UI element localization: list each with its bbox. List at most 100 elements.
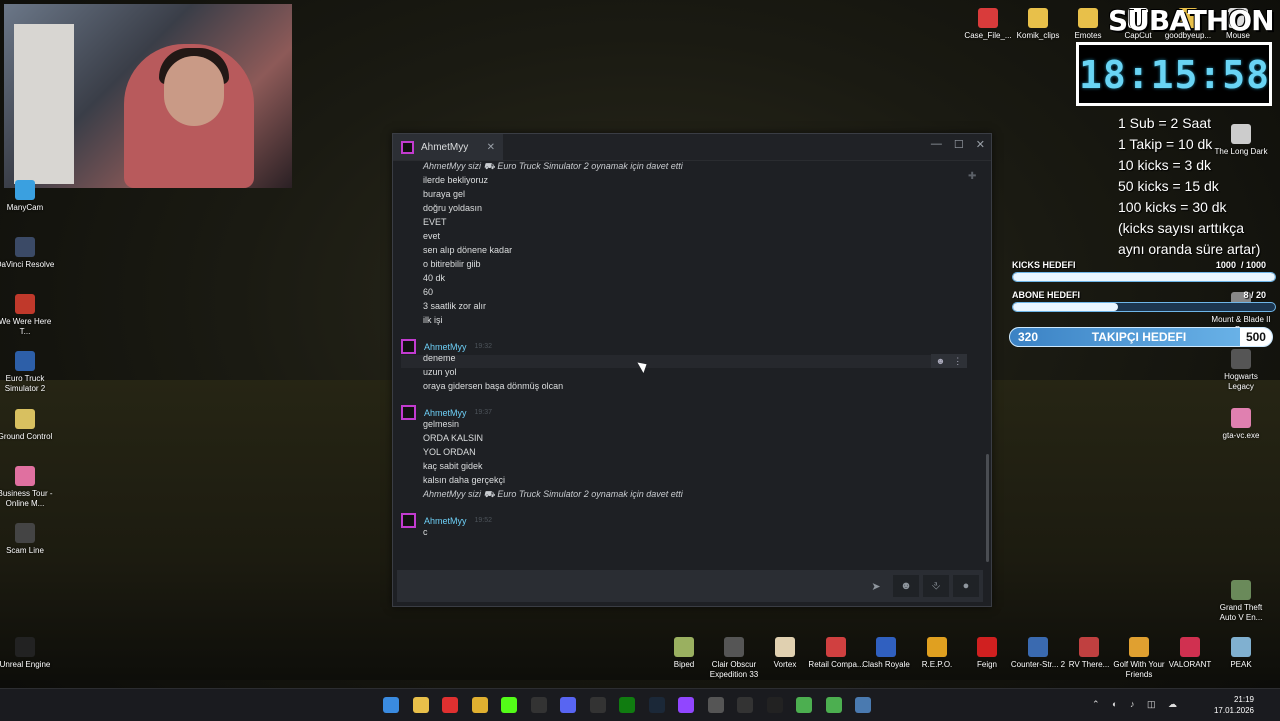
minimize-icon[interactable]: — (931, 138, 942, 151)
add-friend-icon[interactable]: ✚ (968, 171, 976, 182)
desktop-icon[interactable]: Scam Line (0, 523, 55, 556)
message-author[interactable]: AhmetMyy (424, 342, 467, 352)
desktop-icon[interactable]: Unreal Engine (0, 637, 55, 670)
message-text: EVET (423, 217, 447, 227)
avatar[interactable] (401, 339, 416, 354)
webcam-shelf (14, 24, 74, 184)
app-icon (1129, 637, 1149, 657)
message-text: deneme (423, 353, 456, 363)
twitch-icon[interactable] (678, 697, 694, 713)
app-icon[interactable] (855, 697, 871, 713)
app-icon (15, 237, 35, 257)
steam-icon[interactable] (648, 697, 665, 713)
desktop-icon-label: Ground Control (0, 432, 53, 441)
kick-icon[interactable] (501, 697, 517, 713)
close-icon[interactable]: ✕ (976, 138, 985, 151)
obs-icon[interactable] (530, 697, 547, 713)
close-tab-icon[interactable]: ✕ (487, 142, 495, 153)
desktop-icon-label: gta-vc.exe (1222, 431, 1260, 440)
scrollbar[interactable] (986, 454, 989, 562)
follow-goal: 320 TAKIPÇI HEDEFI 500 (1009, 327, 1273, 347)
message-author[interactable]: AhmetMyy (424, 408, 467, 418)
app-icon (1231, 408, 1251, 428)
chrome-icon[interactable] (796, 697, 812, 713)
kicks-goal: KICKS HEDEFI 1000 / 1000 (1012, 260, 1276, 282)
emoji-icon[interactable]: ☻ (893, 575, 919, 597)
message-input-bar[interactable]: ➤ ☻ ⎀ ● (397, 570, 983, 602)
chat-titlebar[interactable]: AhmetMyy ✕ — ☐ ✕ (393, 134, 991, 161)
app-icon (826, 637, 846, 657)
sub-goal-label: ABONE HEDEFI (1012, 290, 1081, 300)
system-tray[interactable]: ⌃ ◐ ♪ ◫ ☁ (1092, 699, 1182, 710)
message-list[interactable]: ☻ ⋮ ✚ AhmetMyy sizi ⛟ Euro Truck Simulat… (393, 161, 989, 566)
windows-icon[interactable] (383, 697, 399, 713)
app-icon (1180, 637, 1200, 657)
unity-icon[interactable] (707, 697, 724, 713)
rule-line: (kicks sayısı arttıkça (1118, 220, 1245, 236)
avatar[interactable] (401, 405, 416, 420)
subathon-timer-box: 18:15:58 (1076, 42, 1272, 106)
kicks-goal-bar (1012, 272, 1276, 282)
send-icon[interactable]: ➤ (863, 575, 889, 597)
chrome-icon[interactable] (825, 697, 842, 713)
desktop-icon-label: PEAK (1230, 660, 1252, 669)
app-icon (674, 637, 694, 657)
steam-chat-window[interactable]: AhmetMyy ✕ — ☐ ✕ ☻ ⋮ ✚ AhmetMyy sizi ⛟ E… (392, 133, 992, 607)
app-icon (1079, 637, 1099, 657)
maximize-icon[interactable]: ☐ (954, 138, 964, 151)
xbox-icon[interactable] (619, 697, 635, 713)
kicks-goal-current: 1000 (1215, 260, 1236, 270)
desktop-icon[interactable]: ManyCam (0, 180, 55, 213)
app-icon (15, 294, 35, 314)
webcam-head (164, 56, 224, 126)
app-icon (15, 637, 35, 657)
stream-deck-icon[interactable] (589, 697, 606, 713)
chat-tab-name: AhmetMyy (421, 141, 469, 153)
taskbar-clock[interactable]: 21:19 17.01.2026 (1214, 694, 1254, 716)
app-icon (775, 637, 795, 657)
message-text: kaç sabit gidek (423, 461, 483, 471)
desktop-icon[interactable]: Euro Truck Simulator 2 (0, 351, 55, 394)
message-text: YOL ORDAN (423, 447, 476, 457)
more-options-icon[interactable]: ⋮ (953, 356, 962, 367)
attach-icon[interactable]: ⎀ (923, 575, 949, 597)
message-text: evet (423, 231, 441, 241)
desktop-icon-label: We Were Here T... (0, 317, 52, 336)
hovered-message-row[interactable] (401, 355, 967, 368)
emoji-reaction-icon[interactable]: ☻ (936, 356, 945, 366)
chat-tab[interactable]: AhmetMyy ✕ (393, 134, 503, 160)
message-text: kalsın daha gerçekçi (423, 475, 506, 485)
message-text: ilk işi (423, 315, 443, 325)
desktop-icon[interactable]: Ground Control (0, 409, 55, 442)
avatar[interactable] (401, 513, 416, 528)
message-text: 40 dk (423, 273, 446, 283)
app-icon (1028, 637, 1048, 657)
sub-goal-target: / 20 (1250, 290, 1266, 300)
desktop-icon[interactable]: PEAK (1211, 637, 1271, 670)
desktop-icon[interactable]: gta-vc.exe (1211, 408, 1271, 441)
desktop-icon[interactable]: Business Tour - Online M... (0, 466, 55, 509)
app-icon (876, 637, 896, 657)
epic-icon[interactable] (737, 697, 753, 713)
unreal-icon[interactable] (766, 697, 783, 713)
app-icon (15, 466, 35, 486)
chrome-icon[interactable] (471, 697, 488, 713)
message-author[interactable]: AhmetMyy (424, 516, 467, 526)
youtube-music-icon[interactable] (442, 697, 458, 713)
message-header: AhmetMyy 19:32 (401, 339, 492, 354)
follow-goal-current: 320 (1018, 330, 1039, 344)
clock-time: 21:19 (1233, 695, 1254, 704)
discord-icon[interactable] (560, 697, 576, 713)
file-explorer-icon[interactable] (412, 697, 429, 713)
voice-icon[interactable]: ● (953, 575, 979, 597)
message-text: gelmesin (423, 419, 460, 429)
message-actions[interactable]: ☻ ⋮ (931, 354, 967, 368)
app-icon (977, 637, 997, 657)
desktop-icon[interactable]: Grand Theft Auto V En... (1211, 580, 1271, 623)
message-text: 60 (423, 287, 434, 297)
desktop-icon[interactable]: We Were Here T... (0, 294, 55, 337)
app-icon (1028, 8, 1048, 28)
message-text: ORDA KALSIN (423, 433, 484, 443)
desktop-icon[interactable]: Hogwarts Legacy (1211, 349, 1271, 392)
desktop-icon[interactable]: DaVinci Resolve (0, 237, 55, 270)
